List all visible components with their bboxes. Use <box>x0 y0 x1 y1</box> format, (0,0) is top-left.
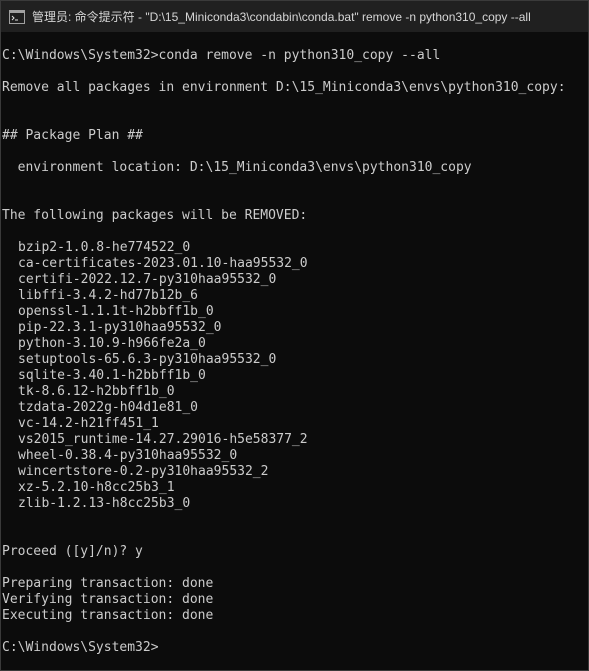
package-item: python-3.10.9-h966fe2a_0 <box>18 336 206 351</box>
package-item: setuptools-65.6.3-py310haa95532_0 <box>18 352 277 367</box>
terminal-output[interactable]: C:\Windows\System32>conda remove -n pyth… <box>1 32 588 670</box>
preparing-status: Preparing transaction: done <box>2 576 214 591</box>
remove-all-message: Remove all packages in environment D:\15… <box>2 80 566 95</box>
command-line: C:\Windows\System32>conda remove -n pyth… <box>2 48 441 63</box>
package-item: zlib-1.2.13-h8cc25b3_0 <box>18 496 191 511</box>
cmd-window: 管理员: 命令提示符 - "D:\15_Miniconda3\condabin\… <box>0 0 589 671</box>
package-list: bzip2-1.0.8-he774522_0 ca-certificates-20… <box>2 240 588 512</box>
executing-status: Executing transaction: done <box>2 608 214 623</box>
package-item: vs2015_runtime-14.27.29016-h5e58377_2 <box>18 432 308 447</box>
removed-header: The following packages will be REMOVED: <box>2 208 308 223</box>
package-item: wincertstore-0.2-py310haa95532_2 <box>18 464 269 479</box>
cmd-icon <box>9 9 25 24</box>
proceed-prompt: Proceed ([y]/n)? y <box>2 544 143 559</box>
package-item: pip-22.3.1-py310haa95532_0 <box>18 320 222 335</box>
package-item: bzip2-1.0.8-he774522_0 <box>18 240 191 255</box>
package-plan-header: ## Package Plan ## <box>2 128 143 143</box>
prompt-text: C:\Windows\System32> <box>2 640 159 655</box>
package-item: sqlite-3.40.1-h2bbff1b_0 <box>18 368 206 383</box>
package-item: vc-14.2-h21ff451_1 <box>18 416 159 431</box>
title-bar[interactable]: 管理员: 命令提示符 - "D:\15_Miniconda3\condabin\… <box>1 1 588 32</box>
environment-location: environment location: D:\15_Miniconda3\e… <box>2 160 472 175</box>
package-item: xz-5.2.10-h8cc25b3_1 <box>18 480 175 495</box>
package-item: wheel-0.38.4-py310haa95532_0 <box>18 448 238 463</box>
package-item: tk-8.6.12-h2bbff1b_0 <box>18 384 175 399</box>
window-title: 管理员: 命令提示符 - "D:\15_Miniconda3\condabin\… <box>32 10 531 24</box>
package-item: tzdata-2022g-h04d1e81_0 <box>18 400 199 415</box>
package-item: openssl-1.1.1t-h2bbff1b_0 <box>18 304 214 319</box>
package-item: libffi-3.4.2-hd77b12b_6 <box>18 288 199 303</box>
package-item: certifi-2022.12.7-py310haa95532_0 <box>18 272 277 287</box>
final-prompt: C:\Windows\System32> <box>2 640 588 656</box>
verifying-status: Verifying transaction: done <box>2 592 214 607</box>
package-item: ca-certificates-2023.01.10-haa95532_0 <box>18 256 308 271</box>
